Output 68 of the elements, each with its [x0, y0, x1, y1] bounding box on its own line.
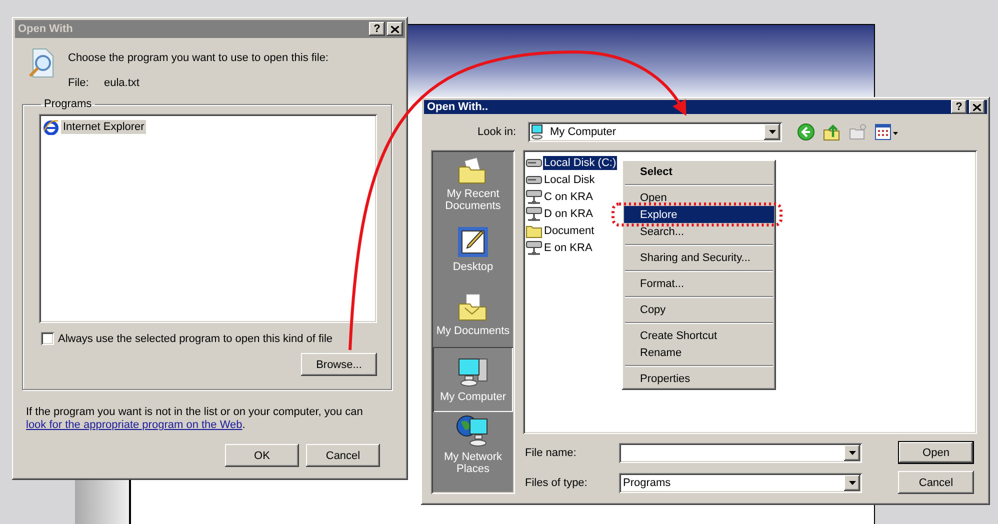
file-item[interactable]: E on KRA	[543, 240, 594, 254]
help-button[interactable]: ?	[369, 22, 385, 36]
browse-button[interactable]: Browse...	[301, 353, 377, 376]
caret-icon	[848, 450, 856, 454]
file-item[interactable]: Local Disk (C:)	[543, 156, 618, 170]
menu-item[interactable]: Select	[624, 163, 774, 180]
back-icon[interactable]	[797, 123, 815, 141]
file-type-dropdown[interactable]: Programs	[619, 472, 862, 492]
file-item[interactable]: C on KRA	[543, 190, 594, 204]
menu-item[interactable]: Rename	[624, 344, 774, 361]
close-icon	[391, 26, 399, 32]
info-text: If the program you want is not in the list or on your computer, you can look for the appropriate program on the Web.	[26, 406, 364, 432]
close-button[interactable]	[969, 100, 985, 114]
close-icon	[973, 104, 981, 110]
computer-icon	[530, 124, 544, 140]
cancel-button[interactable]: Cancel	[898, 471, 974, 494]
web-link[interactable]: look for the appropriate program on the Web	[26, 419, 242, 431]
places-item[interactable]: My Network Places	[433, 412, 513, 477]
dialog-button[interactable]: Cancel	[306, 444, 380, 467]
checkbox[interactable]	[41, 332, 54, 345]
drive-icon	[526, 174, 542, 184]
computer-icon	[456, 356, 490, 388]
menu-item[interactable]: Create Shortcut	[624, 327, 774, 344]
places-item[interactable]: My Recent Documents	[433, 152, 513, 217]
file-name-field[interactable]	[619, 442, 862, 462]
checkbox-label: Always use the selected program to open this kind of file	[58, 332, 333, 344]
network-drive-icon	[526, 206, 542, 222]
network-drive-icon	[526, 188, 542, 204]
open-button[interactable]: Open	[898, 441, 974, 464]
file-label: File:	[68, 77, 90, 89]
prompt-text: Choose the program you want to use to open this file:	[68, 52, 328, 64]
program-list[interactable]: Internet Explorer	[39, 114, 377, 323]
drive-icon	[526, 158, 542, 168]
file-item[interactable]: D on KRA	[543, 206, 594, 220]
places-item[interactable]: My Computer	[433, 347, 513, 412]
views-icon[interactable]	[875, 124, 899, 140]
places-item[interactable]: Desktop	[433, 217, 513, 282]
menu-item[interactable]: Search...	[624, 223, 774, 240]
folder-icon	[526, 224, 542, 238]
menu-item[interactable]: Explore	[624, 206, 774, 223]
file-item[interactable]: Local Disk	[543, 172, 596, 186]
browser-icon	[43, 119, 59, 135]
help-button[interactable]: ?	[951, 100, 967, 114]
program-item[interactable]: Internet Explorer	[61, 120, 146, 134]
group-label: Programs	[43, 98, 93, 110]
window-title: Open With	[18, 23, 74, 35]
window-title: Open With..	[427, 101, 490, 113]
caret-icon	[768, 130, 776, 134]
menu-item[interactable]: Format...	[624, 275, 774, 292]
file-item[interactable]: Document	[543, 224, 596, 238]
documents-folder-icon	[457, 292, 489, 322]
menu-item[interactable]: Open	[624, 189, 774, 206]
menu-item[interactable]: Sharing and Security...	[624, 249, 774, 266]
close-button[interactable]	[387, 22, 403, 36]
places-item[interactable]: My Documents	[433, 282, 513, 347]
file-name-label: File name:	[524, 446, 578, 458]
file-type-label: Files of type:	[524, 476, 588, 488]
menu-item[interactable]: Properties	[624, 370, 774, 387]
look-in-dropdown[interactable]: My Computer	[528, 122, 782, 142]
dialog-button[interactable]: OK	[225, 444, 299, 467]
network-computer-icon	[456, 414, 490, 448]
desktop-icon	[457, 226, 489, 258]
network-drive-icon	[526, 240, 542, 256]
up-folder-icon[interactable]	[823, 123, 841, 141]
look-in-label: Look in:	[476, 126, 516, 138]
caret-icon	[848, 480, 856, 484]
menu-item[interactable]: Copy	[624, 301, 774, 318]
file-name: eula.txt	[104, 77, 140, 89]
